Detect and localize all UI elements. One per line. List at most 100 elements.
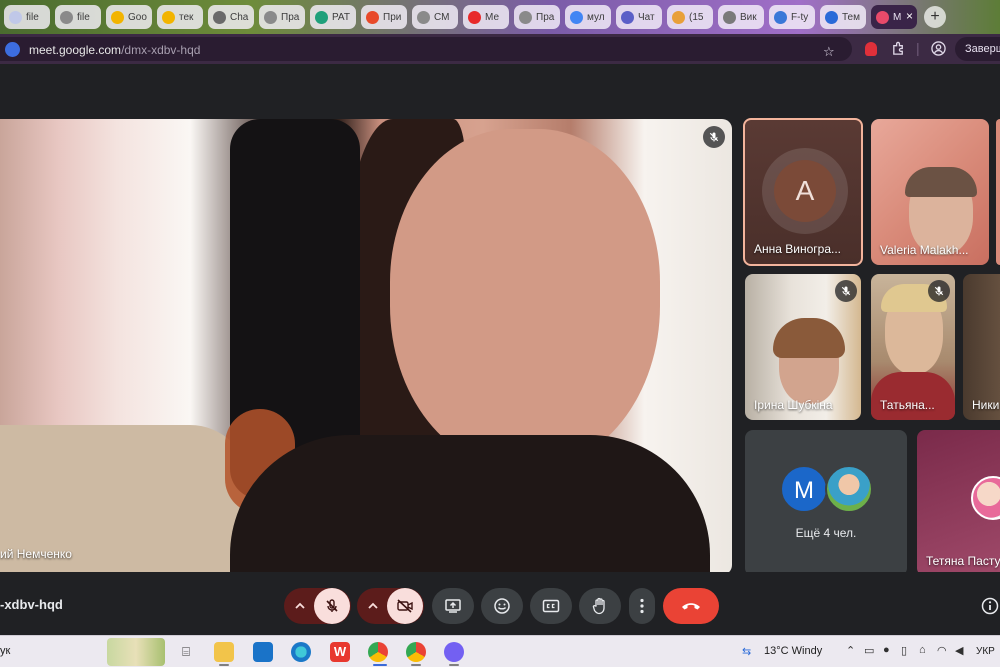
tray-volume-icon[interactable]: ◀ xyxy=(955,644,963,657)
browser-tab[interactable]: Чат xyxy=(616,5,662,29)
participant-name: Valeria Malakh... xyxy=(880,243,969,257)
tab-favicon-icon xyxy=(825,10,838,24)
tab-title: мул xyxy=(587,11,605,23)
viber-icon[interactable] xyxy=(444,642,464,662)
weather-icon[interactable]: ⇆ xyxy=(742,645,751,658)
browser-tab[interactable]: F-ty xyxy=(769,5,815,29)
browser-tab[interactable]: Пра xyxy=(514,5,560,29)
present-screen-icon xyxy=(445,599,461,613)
task-view-icon[interactable]: ⌸ xyxy=(176,642,196,662)
browser-tab[interactable]: СМ xyxy=(412,5,458,29)
tray-wifi-icon[interactable]: ◠ xyxy=(937,644,947,657)
camera-off-icon xyxy=(396,599,413,613)
participant-name: Тетяна Пасту xyxy=(926,554,1000,568)
tab-title: Тем xyxy=(842,11,860,23)
close-tab-icon[interactable]: × xyxy=(906,9,913,23)
tab-title: Чат xyxy=(638,11,655,23)
tab-favicon-icon xyxy=(213,10,226,24)
main-speaker-name: ий Немченко xyxy=(0,547,72,561)
tab-favicon-icon xyxy=(621,10,634,24)
tab-favicon-icon xyxy=(366,10,379,24)
participant-tile-iryna[interactable]: Ірина Шубкіна xyxy=(745,274,861,420)
browser-tab[interactable]: При xyxy=(361,5,407,29)
browser-tab[interactable]: тек xyxy=(157,5,203,29)
participant-tile-valeria[interactable]: Valeria Malakh... xyxy=(871,119,989,265)
edge-browser-icon[interactable] xyxy=(291,642,311,662)
tab-title: F-ty xyxy=(791,11,809,23)
tab-title: Ме xyxy=(485,11,500,23)
new-tab-button[interactable]: + xyxy=(924,6,946,28)
camera-options-chevron-up-icon[interactable] xyxy=(359,602,387,610)
camera-control-group xyxy=(357,588,424,624)
tab-favicon-icon xyxy=(570,10,583,24)
tray-battery-icon[interactable]: ▯ xyxy=(901,644,907,657)
chrome-icon[interactable] xyxy=(368,642,388,662)
wps-office-icon[interactable]: W xyxy=(330,642,350,662)
raise-hand-button[interactable] xyxy=(579,588,621,624)
emoji-icon xyxy=(494,598,510,614)
mic-toggle-button[interactable] xyxy=(313,588,350,624)
avatar xyxy=(971,476,1000,520)
leave-call-button[interactable] xyxy=(663,588,719,624)
participant-tile-niki[interactable]: Ники xyxy=(963,274,1000,420)
taskbar-active-indicator xyxy=(219,664,229,666)
browser-tab[interactable]: file xyxy=(4,5,50,29)
browser-tab[interactable]: Ме xyxy=(463,5,509,29)
url-text[interactable]: meet.google.com/dmx-xdbv-hqd xyxy=(29,43,200,57)
tab-favicon-icon xyxy=(162,10,175,24)
url-host: meet.google.com xyxy=(29,43,122,57)
tray-camera-icon[interactable]: ▭ xyxy=(864,644,874,657)
chrome-profile-icon[interactable] xyxy=(406,642,426,662)
tab-favicon-icon xyxy=(111,10,124,24)
browser-tab[interactable]: PAT xyxy=(310,5,356,29)
input-language[interactable]: УКР xyxy=(976,646,995,657)
browser-tab[interactable]: Вик xyxy=(718,5,764,29)
camera-toggle-button[interactable] xyxy=(386,588,423,624)
participant-name: Татьяна... xyxy=(880,398,935,412)
browser-tab[interactable]: file xyxy=(55,5,101,29)
mail-icon[interactable] xyxy=(253,642,273,662)
browser-tab[interactable]: мул xyxy=(565,5,611,29)
captions-button[interactable] xyxy=(530,588,572,624)
tray-chevron-up-icon[interactable]: ⌃ xyxy=(846,644,855,657)
main-speaker-tile[interactable] xyxy=(0,119,732,575)
browser-tab[interactable]: Пра xyxy=(259,5,305,29)
taskbar-active-indicator xyxy=(411,664,421,666)
tray-network-icon[interactable]: ⌂ xyxy=(919,644,926,656)
participant-tile-offscreen[interactable] xyxy=(996,119,1000,265)
tab-title: Вик xyxy=(740,11,757,23)
recording-indicator-icon[interactable] xyxy=(865,42,877,56)
tray-mic-icon[interactable]: ● xyxy=(883,644,890,656)
browser-tab[interactable]: Тем xyxy=(820,5,866,29)
tab-favicon-icon xyxy=(672,10,685,24)
participant-tile-anna[interactable]: A Анна Виногра... xyxy=(743,118,863,266)
more-participants-tile[interactable]: M Ещё 4 чел. xyxy=(745,430,907,576)
taskbar-search-text[interactable]: ук xyxy=(0,645,10,657)
browser-tab[interactable]: M × xyxy=(871,5,917,29)
screen: file file Goo тек Cha Пра PAT При СМ Ме Пра мул Чат (… xyxy=(0,0,1000,667)
browser-tab[interactable]: Goo xyxy=(106,5,152,29)
meet-stage: ий Немченко A Анна Виногра... Valeria Ma… xyxy=(0,64,1000,635)
file-explorer-icon[interactable] xyxy=(214,642,234,662)
tab-favicon-icon xyxy=(468,10,481,24)
mic-options-chevron-up-icon[interactable] xyxy=(286,602,314,610)
profile-icon[interactable] xyxy=(931,41,946,60)
present-screen-button[interactable] xyxy=(432,588,474,624)
extensions-icon[interactable] xyxy=(891,41,906,60)
browser-tab[interactable]: (15 xyxy=(667,5,713,29)
site-info-icon[interactable] xyxy=(5,42,20,57)
bookmark-star-icon[interactable]: ☆ xyxy=(823,44,835,60)
weather-text[interactable]: 13°C Windy xyxy=(764,645,822,657)
meeting-info-icon[interactable] xyxy=(981,597,999,620)
browser-tab[interactable]: Cha xyxy=(208,5,254,29)
tab-title: Goo xyxy=(128,11,147,23)
reactions-button[interactable] xyxy=(481,588,523,624)
participant-tile-tatyana[interactable]: Татьяна... xyxy=(871,274,955,420)
more-options-button[interactable] xyxy=(629,588,655,624)
tab-favicon-icon xyxy=(774,10,787,24)
tab-title: Пра xyxy=(281,11,300,23)
address-bar[interactable]: meet.google.com/dmx-xdbv-hqd ☆ xyxy=(0,37,852,61)
finish-update-button[interactable]: Заверши xyxy=(955,37,1000,61)
participant-tile-tetyana[interactable]: Тетяна Пасту xyxy=(917,430,1000,576)
tab-title: file xyxy=(26,11,39,23)
